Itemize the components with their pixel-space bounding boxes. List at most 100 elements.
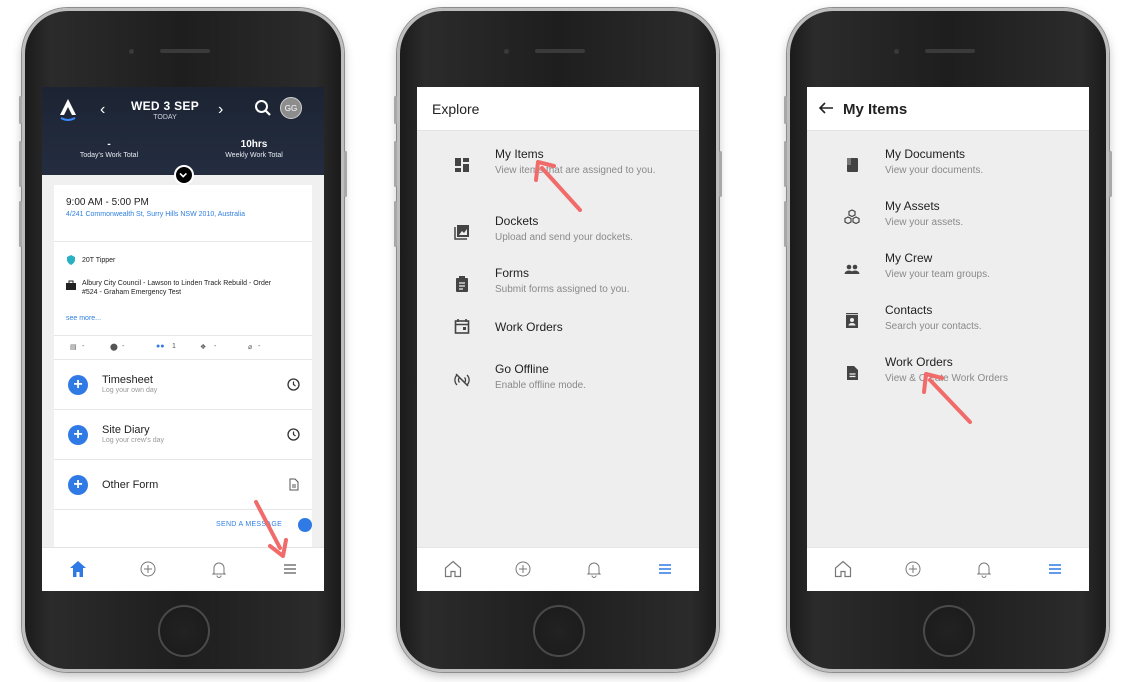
my-items-menu: My Documents View your documents. My Ass… <box>807 131 1089 547</box>
chat-icon[interactable] <box>298 518 312 532</box>
phone-home: ‹ WED 3 SEP TODAY › GG - Today's Work To… <box>19 8 347 672</box>
menu-tab-icon[interactable] <box>656 560 674 578</box>
menu-item-my-crew[interactable]: My Crew View your team groups. <box>807 251 1089 297</box>
search-icon[interactable] <box>254 99 272 117</box>
job-label: Albury City Council - Lawson to Linden T… <box>82 280 272 296</box>
form-subtitle: Log your own day <box>102 387 158 394</box>
menu-item-subtitle: View your team groups. <box>885 269 990 280</box>
attachment-count: - <box>258 343 261 350</box>
crew-icon[interactable]: ●● <box>156 343 164 350</box>
site-diary-item[interactable]: + Site Diary Log your crew's day <box>54 409 312 459</box>
home-tab-icon[interactable] <box>69 560 87 578</box>
notes-count: - <box>82 343 85 350</box>
form-title: Timesheet <box>102 374 153 386</box>
bell-tab-icon[interactable] <box>210 560 228 578</box>
menu-item-title: Work Orders <box>885 355 953 369</box>
menu-item-subtitle: Search your contacts. <box>885 321 982 332</box>
annotation-arrow-work-orders <box>922 372 972 424</box>
menu-item-title: Contacts <box>885 303 933 317</box>
date-display: WED 3 SEP TODAY <box>120 99 210 121</box>
add-timesheet-icon[interactable]: + <box>68 375 88 395</box>
my-items-screen: My Items My Documents View your document… <box>807 87 1089 591</box>
form-title: Site Diary <box>102 424 150 436</box>
image-icon <box>454 225 469 240</box>
home-tab-icon[interactable] <box>834 560 852 578</box>
page-title: My Items <box>843 101 908 118</box>
briefcase-icon <box>66 280 76 290</box>
location-count: - <box>122 343 125 350</box>
weekly-work-total: 10hrs Weekly Work Total <box>208 139 300 159</box>
menu-item-subtitle: Upload and send your dockets. <box>495 232 633 243</box>
contact-icon <box>846 313 858 328</box>
page-title: Explore <box>432 101 480 117</box>
shift-card: 9:00 AM - 5:00 PM 4/241 Commonwealth St,… <box>54 185 312 547</box>
phone-explore: Explore My Items View items that are ass… <box>394 8 722 672</box>
shield-icon <box>67 255 75 265</box>
expand-chevron-icon[interactable] <box>174 165 194 185</box>
weekly-work-label: Weekly Work Total <box>225 152 283 159</box>
menu-item-subtitle: View your documents. <box>885 165 984 176</box>
menu-item-title: Go Offline <box>495 362 549 376</box>
menu-item-subtitle: Enable offline mode. <box>495 380 586 391</box>
annotation-arrow-menu <box>254 500 288 558</box>
menu-item-subtitle: View your assets. <box>885 217 964 228</box>
shift-time: 9:00 AM - 5:00 PM <box>66 197 149 208</box>
add-tab-icon[interactable] <box>904 560 922 578</box>
document-icon <box>289 478 299 491</box>
home-button[interactable] <box>923 605 975 657</box>
menu-item-my-documents[interactable]: My Documents View your documents. <box>807 147 1089 193</box>
menu-item-my-assets[interactable]: My Assets View your assets. <box>807 199 1089 245</box>
shift-counts-bar: ▤ - ⬤ - ●● 1 ❖ - ⌀ - <box>70 343 300 355</box>
cubes-icon <box>844 209 860 225</box>
attachment-icon[interactable]: ⌀ <box>248 343 252 351</box>
back-arrow-icon[interactable] <box>817 99 835 117</box>
next-day-button[interactable]: › <box>218 101 223 119</box>
add-tab-icon[interactable] <box>514 560 532 578</box>
clock-icon <box>287 378 300 391</box>
home-button[interactable] <box>533 605 585 657</box>
assets-icon[interactable]: ❖ <box>200 343 206 351</box>
book-icon <box>847 158 858 172</box>
file-icon <box>847 366 858 380</box>
menu-item-title: My Assets <box>885 199 940 213</box>
shift-address-link[interactable]: 4/241 Commonwealth St, Surry Hills NSW 2… <box>66 210 276 219</box>
weekly-work-value: 10hrs <box>240 139 268 150</box>
menu-tab-icon[interactable] <box>281 560 299 578</box>
menu-item-dockets[interactable]: Dockets Upload and send your dockets. <box>417 214 699 260</box>
screenshot-stage: ‹ WED 3 SEP TODAY › GG - Today's Work To… <box>0 0 1122 682</box>
bottom-tab-bar <box>807 547 1089 591</box>
my-items-header: My Items <box>807 87 1089 131</box>
add-tab-icon[interactable] <box>139 560 157 578</box>
menu-item-title: My Documents <box>885 147 966 161</box>
add-other-form-icon[interactable]: + <box>68 475 88 495</box>
asset-label: 20T Tipper <box>82 257 116 264</box>
bell-tab-icon[interactable] <box>975 560 993 578</box>
home-header: ‹ WED 3 SEP TODAY › GG - Today's Work To… <box>42 87 324 175</box>
clock-icon <box>287 428 300 441</box>
today-work-value: - <box>107 139 111 150</box>
bell-tab-icon[interactable] <box>585 560 603 578</box>
home-button[interactable] <box>158 605 210 657</box>
avatar[interactable]: GG <box>280 97 302 119</box>
menu-item-forms[interactable]: Forms Submit forms assigned to you. <box>417 266 699 312</box>
crew-count: 1 <box>172 343 176 350</box>
bottom-tab-bar <box>417 547 699 591</box>
see-more-link[interactable]: see more... <box>66 315 101 322</box>
date-label: WED 3 SEP <box>130 99 200 113</box>
location-icon[interactable]: ⬤ <box>110 343 118 351</box>
menu-item-title: My Crew <box>885 251 933 265</box>
menu-item-contacts[interactable]: Contacts Search your contacts. <box>807 303 1089 349</box>
menu-tab-icon[interactable] <box>1046 560 1064 578</box>
date-sublabel: TODAY <box>153 114 177 121</box>
home-body: 9:00 AM - 5:00 PM 4/241 Commonwealth St,… <box>42 175 324 547</box>
timesheet-item[interactable]: + Timesheet Log your own day <box>54 359 312 409</box>
notes-icon[interactable]: ▤ <box>70 343 77 351</box>
menu-item-work-orders[interactable]: Work Orders <box>417 318 699 364</box>
phone-my-items: My Items My Documents View your document… <box>784 8 1112 672</box>
home-tab-icon[interactable] <box>444 560 462 578</box>
menu-item-title: Dockets <box>495 214 539 228</box>
menu-item-title: Forms <box>495 266 529 280</box>
previous-day-button[interactable]: ‹ <box>100 101 105 119</box>
menu-item-go-offline[interactable]: Go Offline Enable offline mode. <box>417 362 699 408</box>
add-site-diary-icon[interactable]: + <box>68 425 88 445</box>
